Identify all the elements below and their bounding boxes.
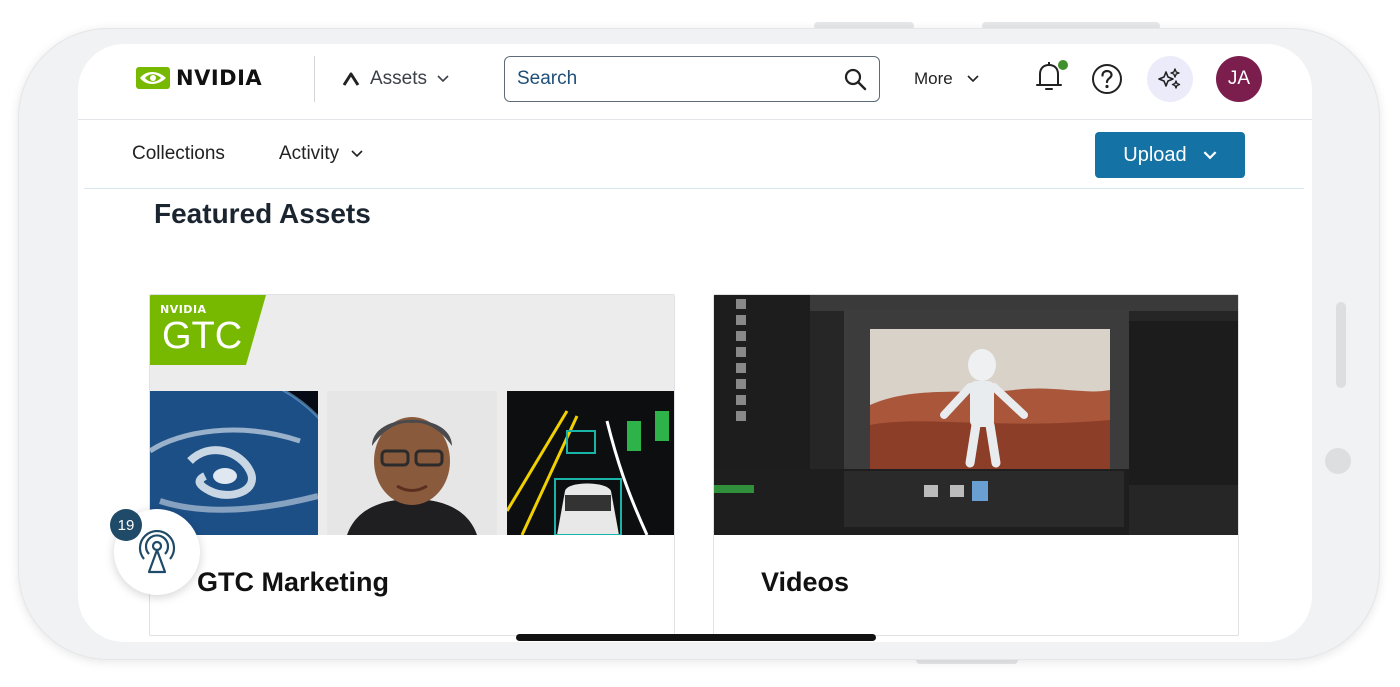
ai-assistant-button[interactable] [1147,56,1193,102]
chevron-down-icon [1203,150,1217,159]
assets-menu-label: Assets [370,68,428,89]
broadcast-icon [138,530,176,574]
chevron-down-icon [351,150,363,158]
assets-menu[interactable]: Assets [342,68,449,90]
top-nav: NVIDIA Assets More [78,44,1312,120]
more-menu[interactable]: More [914,69,979,89]
upload-label: Upload [1123,143,1187,166]
card-title: GTC Marketing [197,567,390,597]
collections-link[interactable]: Collections [132,143,225,165]
caret-up-icon [342,72,360,86]
collections-label: Collections [132,143,225,164]
activity-label: Activity [279,143,340,164]
nav-divider [314,56,315,102]
more-menu-label: More [914,69,953,88]
nvidia-logo[interactable]: NVIDIA [136,66,262,90]
nvidia-logo-icon [136,67,170,89]
card-thumbnail [714,295,1238,535]
card-thumbnail: NVIDIA GTC [150,295,674,535]
chevron-down-icon [967,75,979,83]
asset-card-gtc-marketing[interactable]: NVIDIA GTC GTC Marketing [149,294,675,636]
notification-dot [1058,60,1068,70]
gtc-badge-text: GTC [162,315,243,357]
sub-nav: Collections Activity Upload [84,121,1304,189]
phone-side-slot [1336,302,1346,388]
section-title: Featured Assets [154,198,371,229]
avatar-initials: JA [1227,68,1251,89]
autonomous-driving-image [507,391,674,535]
digital-avatar-image [327,391,497,535]
notification-count-badge: 19 [110,509,142,541]
card-title: Videos [761,567,850,597]
chevron-down-icon [437,75,449,83]
sparkle-ai-icon [1158,68,1181,89]
asset-card-videos[interactable]: Videos [713,294,1239,636]
logo-text: NVIDIA [176,66,263,90]
search-box[interactable] [504,56,880,102]
activity-menu[interactable]: Activity [279,143,363,165]
upload-button[interactable]: Upload [1095,132,1245,178]
search-icon[interactable] [843,67,867,91]
help-icon[interactable] [1091,63,1123,95]
search-input[interactable] [517,68,843,90]
app-screen: NVIDIA Assets More [78,44,1312,642]
phone-camera-dot [1325,448,1351,474]
home-indicator[interactable] [516,634,876,641]
user-avatar[interactable]: JA [1216,56,1262,102]
